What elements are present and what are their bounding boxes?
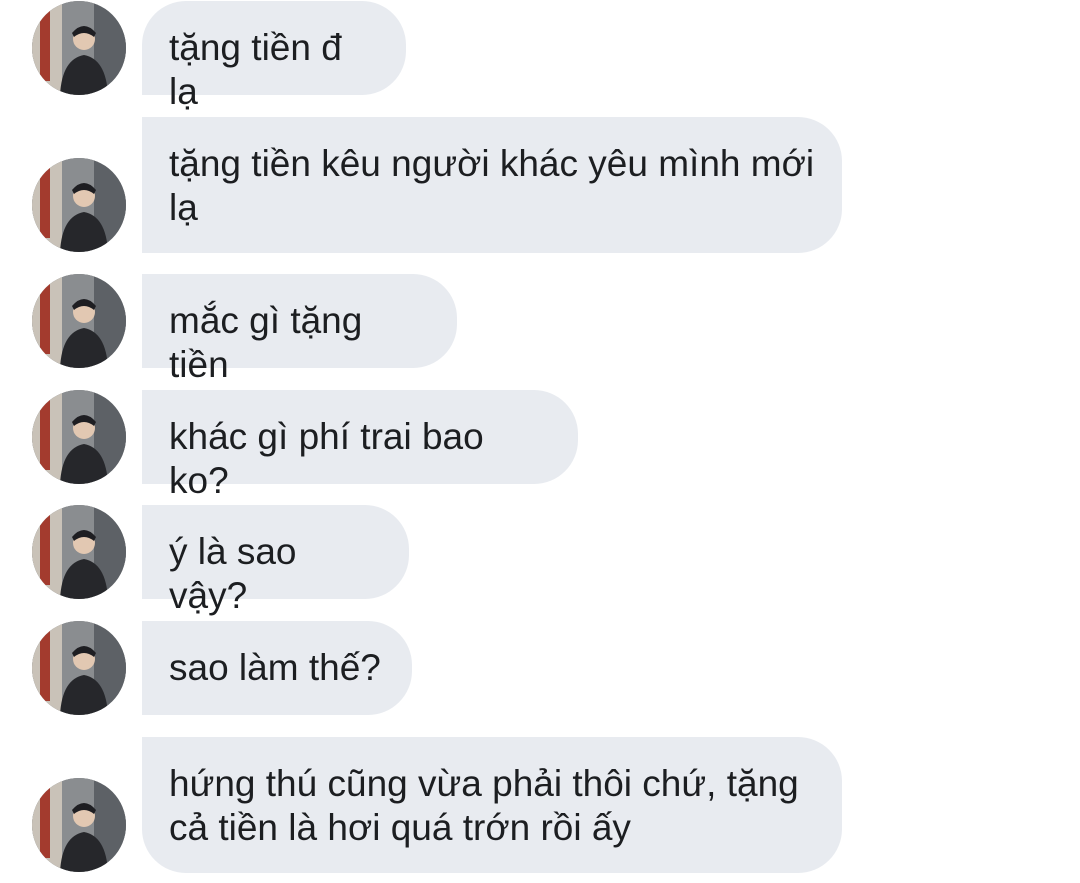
message-bubble[interactable]: hứng thú cũng vừa phải thôi chứ, tặng cả… [142, 737, 842, 873]
avatar[interactable] [32, 274, 126, 368]
profile-photo-icon [32, 1, 126, 95]
profile-photo-icon [32, 274, 126, 368]
message-thread: tặng tiền đ lạ tặng tiền kêu người khác … [0, 0, 1080, 883]
avatar[interactable] [32, 778, 126, 872]
avatar[interactable] [32, 390, 126, 484]
profile-photo-icon [32, 778, 126, 872]
message-bubble[interactable]: tặng tiền đ lạ [142, 1, 406, 112]
avatar[interactable] [32, 158, 126, 252]
profile-photo-icon [32, 390, 126, 484]
message-bubble[interactable]: khác gì phí trai bao ko? [142, 390, 578, 501]
message-bubble[interactable]: mắc gì tặng tiền [142, 274, 457, 385]
avatar[interactable] [32, 1, 126, 95]
profile-photo-icon [32, 505, 126, 599]
message-bubble[interactable]: ý là sao vậy? [142, 505, 409, 616]
message-bubble[interactable]: sao làm thế? [142, 621, 412, 715]
avatar[interactable] [32, 621, 126, 715]
message-bubble[interactable]: tặng tiền kêu người khác yêu mình mới lạ [142, 117, 842, 253]
avatar[interactable] [32, 505, 126, 599]
profile-photo-icon [32, 621, 126, 715]
profile-photo-icon [32, 158, 126, 252]
